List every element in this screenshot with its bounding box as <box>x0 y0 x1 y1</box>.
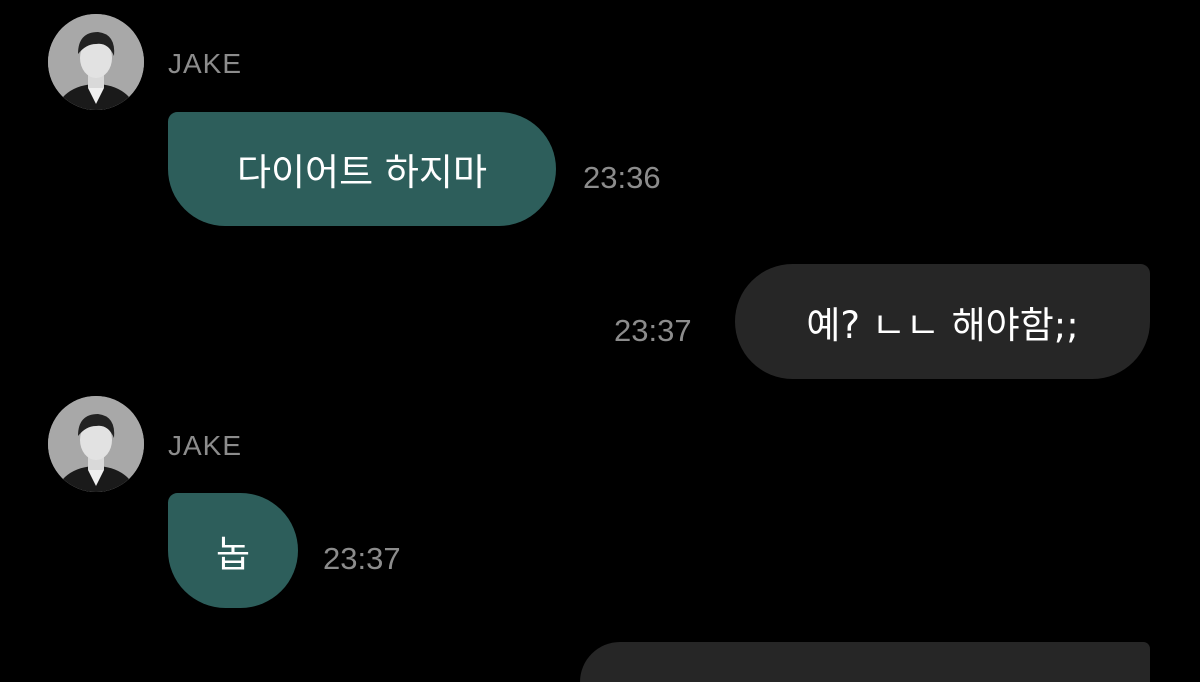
message-time: 23:37 <box>323 541 401 576</box>
profile-photo-icon <box>48 14 144 110</box>
message-bubble[interactable]: 예? ㄴㄴ 해야함;; <box>735 264 1150 379</box>
message-time: 23:37 <box>614 313 692 348</box>
message-bubble[interactable]: 다이어트 하지마 <box>168 112 556 226</box>
sender-name: JAKE <box>168 48 243 79</box>
message-text: 다이어트 하지마 <box>236 151 488 194</box>
message-time: 23:36 <box>583 160 661 195</box>
sender-name: JAKE <box>168 430 243 461</box>
message-text: 놉 <box>215 532 251 576</box>
message-text: 예? ㄴㄴ 해야함;; <box>806 303 1079 347</box>
sender-avatar[interactable] <box>48 396 144 492</box>
sender-avatar[interactable] <box>48 14 144 110</box>
profile-photo-icon <box>48 396 144 492</box>
message-bubble-partial <box>580 642 1150 682</box>
message-bubble[interactable]: 놉 <box>168 493 298 608</box>
